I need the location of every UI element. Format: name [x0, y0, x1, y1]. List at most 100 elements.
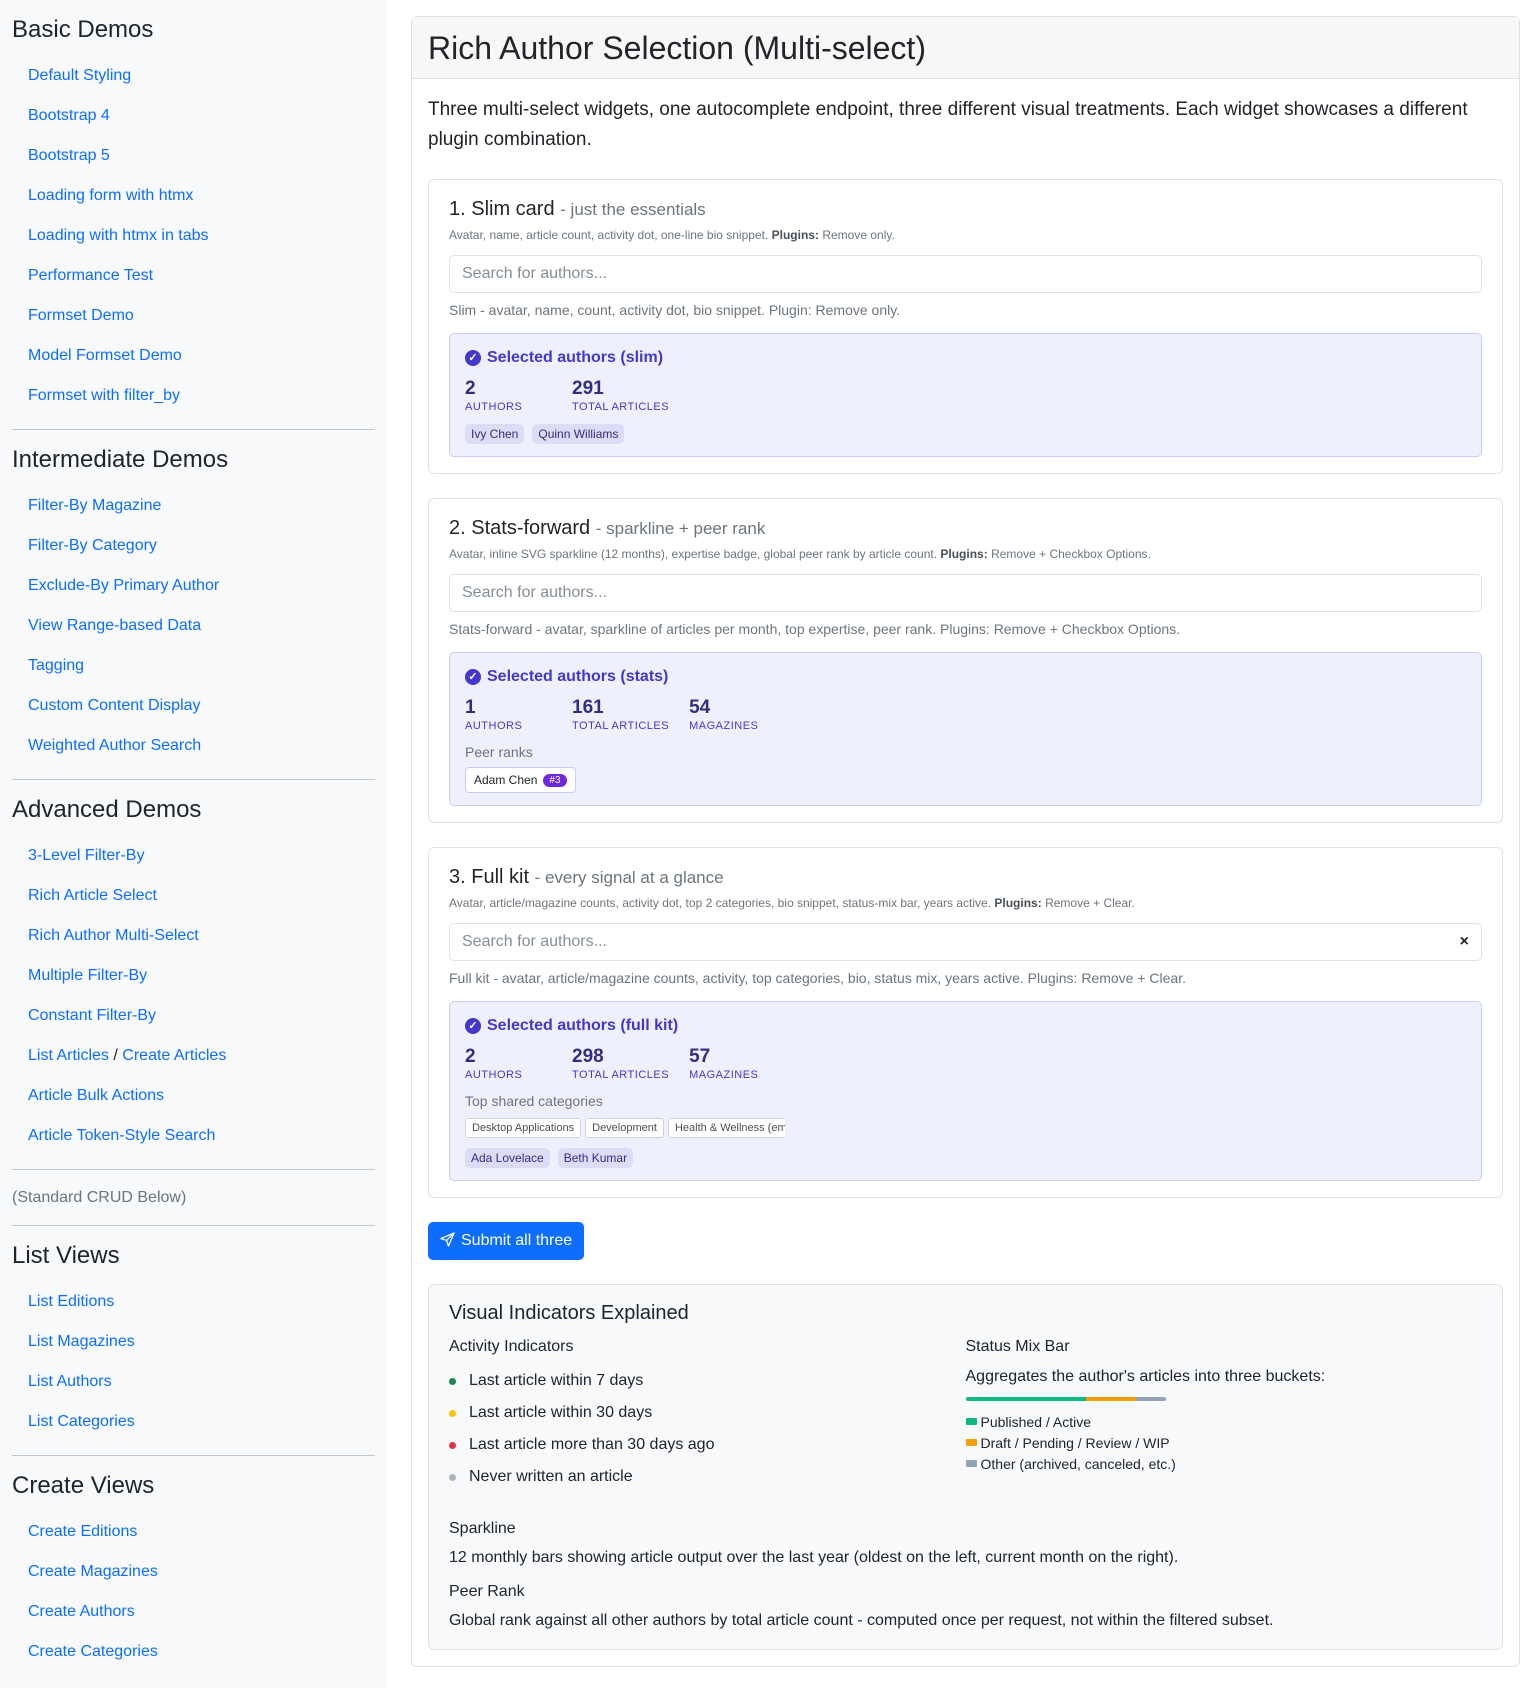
sidebar-item-weighted-search[interactable]: Weighted Author Search [12, 726, 375, 766]
sidebar-link[interactable]: Formset Demo [28, 307, 134, 324]
sidebar-link[interactable]: Custom Content Display [28, 697, 201, 714]
sidebar-item-constant-filter[interactable]: Constant Filter-By [12, 996, 375, 1036]
author-search-input[interactable]: Search for authors... × [449, 923, 1482, 961]
demo-full-kit: 3. Full kit - every signal at a glance A… [428, 847, 1503, 1198]
sidebar-item-list-categories[interactable]: List Categories [12, 1402, 375, 1442]
stat-authors: 2 AUTHORS [465, 1046, 552, 1082]
sidebar-link[interactable]: Filter-By Category [28, 537, 157, 554]
sidebar-item-create-editions[interactable]: Create Editions [12, 1512, 375, 1552]
sidebar-item-default-styling[interactable]: Default Styling [12, 56, 375, 96]
sidebar-link[interactable]: Article Token-Style Search [28, 1127, 215, 1144]
sidebar-link[interactable]: List Authors [28, 1373, 112, 1390]
mix-legend-item: Other (archived, canceled, etc.) [965, 1453, 1483, 1474]
clear-icon[interactable]: × [1460, 933, 1469, 951]
sidebar-link[interactable]: Loading with htmx in tabs [28, 227, 209, 244]
stat-value: 2 [465, 378, 476, 399]
sidebar-link[interactable]: Create Authors [28, 1603, 135, 1620]
mix-text: Other (archived, canceled, etc.) [980, 1455, 1176, 1472]
sidebar-link[interactable]: Filter-By Magazine [28, 497, 161, 514]
stat-total-articles: 298 TOTAL ARTICLES [572, 1046, 669, 1082]
sidebar-link[interactable]: Weighted Author Search [28, 737, 201, 754]
divider [12, 779, 375, 780]
sidebar-item-filter-category[interactable]: Filter-By Category [12, 526, 375, 566]
demo-subtitle: - sparkline + peer rank [595, 519, 766, 538]
sidebar-item-rich-author[interactable]: Rich Author Multi-Select [12, 916, 375, 956]
sidebar-link[interactable]: Bootstrap 5 [28, 147, 110, 164]
sidebar-link[interactable]: Exclude-By Primary Author [28, 577, 219, 594]
status-mix-segment [1085, 1397, 1136, 1401]
sidebar-link[interactable]: List Categories [28, 1413, 135, 1430]
sidebar-item-range-data[interactable]: View Range-based Data [12, 606, 375, 646]
sidebar-link[interactable]: 3-Level Filter-By [28, 847, 144, 864]
sidebar-link[interactable]: Tagging [28, 657, 84, 674]
sidebar-item-create-authors[interactable]: Create Authors [12, 1592, 375, 1632]
sidebar-link[interactable]: View Range-based Data [28, 617, 201, 634]
sidebar-item-create-categories[interactable]: Create Categories [12, 1632, 375, 1672]
sidebar-item-multiple-filter[interactable]: Multiple Filter-By [12, 956, 375, 996]
sidebar-link[interactable]: Loading form with htmx [28, 187, 193, 204]
sidebar-item-create-magazines[interactable]: Create Magazines [12, 1552, 375, 1592]
sidebar-item-htmx-form[interactable]: Loading form with htmx [12, 176, 375, 216]
sidebar-item-bulk-actions[interactable]: Article Bulk Actions [12, 1076, 375, 1116]
sidebar-item-htmx-tabs[interactable]: Loading with htmx in tabs [12, 216, 375, 256]
demo-title: 1. Slim card - just the essentials [449, 196, 1482, 223]
sidebar-item-3-level[interactable]: 3-Level Filter-By [12, 836, 375, 876]
sidebar-item-list-magazines[interactable]: List Magazines [12, 1322, 375, 1362]
sidebar-item-bootstrap-5[interactable]: Bootstrap 5 [12, 136, 375, 176]
sidebar-item-token-search[interactable]: Article Token-Style Search [12, 1116, 375, 1156]
sidebar-link-list-articles[interactable]: List Articles [28, 1047, 109, 1064]
submit-all-button[interactable]: Submit all three [428, 1222, 585, 1260]
sidebar-link[interactable]: Model Formset Demo [28, 347, 182, 364]
sidebar-link[interactable]: Rich Author Multi-Select [28, 927, 199, 944]
help-text: Full kit - avatar, article/magazine coun… [449, 970, 1186, 986]
author-search-input[interactable]: Search for authors... [449, 574, 1482, 612]
sidebar-item-model-formset[interactable]: Model Formset Demo [12, 336, 375, 376]
sidebar-link[interactable]: Constant Filter-By [28, 1007, 156, 1024]
legend-title: Visual Indicators Explained [449, 1302, 689, 1324]
demo-title: 3. Full kit - every signal at a glance [449, 864, 1482, 891]
sidebar-link[interactable]: List Editions [28, 1293, 114, 1310]
author-chip[interactable]: Ivy Chen [465, 424, 525, 444]
sidebar-item-formset-demo[interactable]: Formset Demo [12, 296, 375, 336]
demo-subtitle: - just the essentials [560, 200, 706, 219]
sidebar-link[interactable]: Formset with filter_by [28, 387, 180, 404]
sidebar-item-rich-article[interactable]: Rich Article Select [12, 876, 375, 916]
sidebar-item-list-editions[interactable]: List Editions [12, 1282, 375, 1322]
sidebar-item-tagging[interactable]: Tagging [12, 646, 375, 686]
sidebar-link[interactable]: Rich Article Select [28, 887, 157, 904]
sidebar-link[interactable]: Bootstrap 4 [28, 107, 110, 124]
status-mix-segment [965, 1397, 1086, 1401]
peer-rank-chip[interactable]: Adam Chen #3 [465, 767, 576, 793]
sidebar-link[interactable]: Multiple Filter-By [28, 967, 147, 984]
create-views-list: Create Editions Create Magazines Create … [12, 1512, 375, 1672]
sidebar-link[interactable]: Performance Test [28, 267, 153, 284]
author-chip[interactable]: Beth Kumar [557, 1148, 634, 1168]
sidebar-link[interactable]: Create Categories [28, 1643, 158, 1660]
card-header: Rich Author Selection (Multi-select) [412, 17, 1519, 79]
sidebar-item-custom-content[interactable]: Custom Content Display [12, 686, 375, 726]
stats-row: 2 AUTHORS 298 TOTAL ARTICLES 57 MAGAZINES [465, 1046, 1466, 1082]
sidebar-link[interactable]: Default Styling [28, 67, 131, 84]
sidebar-item-list-authors[interactable]: List Authors [12, 1362, 375, 1402]
category-chip: Desktop Applications [465, 1118, 582, 1138]
page-title: Rich Author Selection (Multi-select) [428, 30, 926, 66]
selected-title: ✓ Selected authors (stats) [465, 667, 1466, 687]
author-chip[interactable]: Quinn Williams [532, 424, 625, 444]
sidebar-item-exclude-author[interactable]: Exclude-By Primary Author [12, 566, 375, 606]
sidebar-item-performance-test[interactable]: Performance Test [12, 256, 375, 296]
stat-authors: 2 AUTHORS [465, 378, 552, 414]
sidebar-link[interactable]: List Magazines [28, 1333, 135, 1350]
sidebar-item-bootstrap-4[interactable]: Bootstrap 4 [12, 96, 375, 136]
sidebar-link-create-articles[interactable]: Create Articles [122, 1047, 226, 1064]
sidebar-link[interactable]: Article Bulk Actions [28, 1087, 164, 1104]
author-search-input[interactable]: Search for authors... [449, 255, 1482, 293]
yellow-dot-icon [449, 1409, 456, 1417]
demo-title-text: 1. Slim card [449, 198, 555, 220]
sidebar-item-filter-magazine[interactable]: Filter-By Magazine [12, 486, 375, 526]
author-chip[interactable]: Ada Lovelace [465, 1148, 550, 1168]
sidebar-link[interactable]: Create Magazines [28, 1563, 158, 1580]
demo-title-text: 3. Full kit [449, 866, 530, 888]
sidebar-link[interactable]: Create Editions [28, 1523, 137, 1540]
selected-title-text: Selected authors (full kit) [487, 1017, 679, 1034]
sidebar-item-formset-filter-by[interactable]: Formset with filter_by [12, 376, 375, 416]
